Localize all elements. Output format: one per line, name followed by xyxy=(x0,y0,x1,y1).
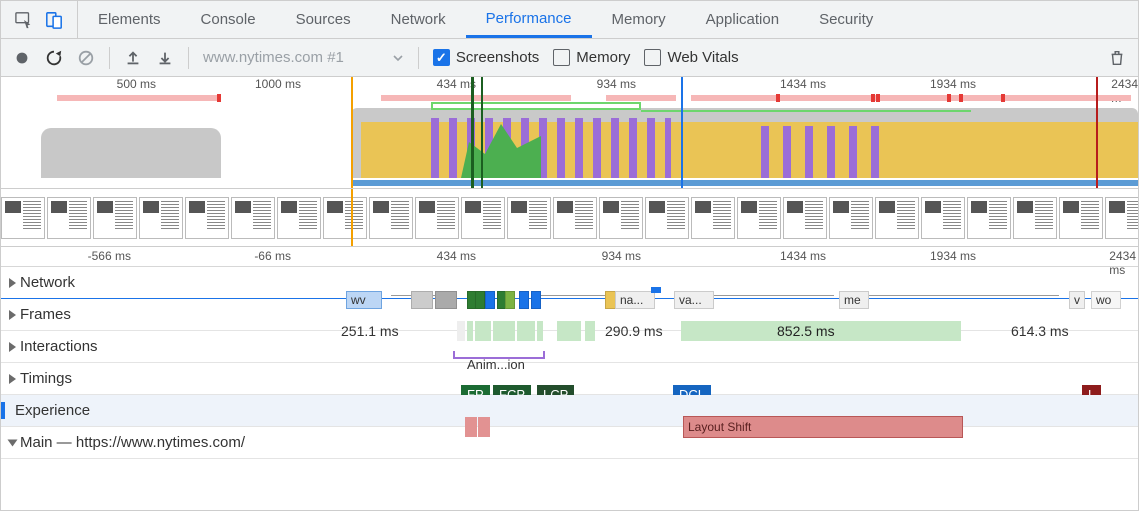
filmstrip-thumb[interactable] xyxy=(369,197,413,239)
tab-security[interactable]: Security xyxy=(799,1,893,38)
expand-icon[interactable] xyxy=(9,278,16,288)
filmstrip[interactable]: for(let i=0;i<28;i++)document.write('<di… xyxy=(1,189,1138,247)
inspect-icon[interactable] xyxy=(15,11,33,29)
filmstrip-thumb[interactable] xyxy=(185,197,229,239)
filmstrip-thumb[interactable] xyxy=(967,197,1011,239)
filmstrip-thumb[interactable] xyxy=(1,197,45,239)
track-frames[interactable]: Frames 251.1 ms 290.9 ms 852.5 ms 614.3 … xyxy=(1,299,1138,331)
tab-memory[interactable]: Memory xyxy=(592,1,686,38)
overview-task-bar xyxy=(381,95,571,101)
filmstrip-thumb[interactable] xyxy=(93,197,137,239)
overview-tick: 500 ms xyxy=(117,77,156,91)
overview-marker xyxy=(471,77,474,188)
track-timings[interactable]: Timings FP FCP LCP DCL L xyxy=(1,363,1138,395)
record-icon[interactable] xyxy=(13,49,31,67)
filmstrip-thumb[interactable] xyxy=(599,197,643,239)
recording-selector[interactable]: www.nytimes.com #1 xyxy=(203,49,404,66)
tab-sources[interactable]: Sources xyxy=(276,1,371,38)
overview-tick: 1934 ms xyxy=(930,77,976,91)
filmstrip-thumb[interactable] xyxy=(1013,197,1057,239)
filmstrip-thumb[interactable] xyxy=(277,197,321,239)
tab-application[interactable]: Application xyxy=(686,1,799,38)
overview-task-bar xyxy=(1041,95,1101,101)
filmstrip-thumb[interactable] xyxy=(507,197,551,239)
clear-icon[interactable] xyxy=(77,49,95,67)
filmstrip-thumb[interactable] xyxy=(461,197,505,239)
filmstrip-thumb[interactable] xyxy=(645,197,689,239)
overview-long-task xyxy=(947,94,951,102)
overview-long-task xyxy=(871,94,875,102)
tab-console[interactable]: Console xyxy=(181,1,276,38)
expand-icon[interactable] xyxy=(9,310,16,320)
overview-task-bar xyxy=(57,95,217,101)
filmstrip-thumb[interactable] xyxy=(415,197,459,239)
overview-marker xyxy=(351,77,353,188)
expand-icon[interactable] xyxy=(9,374,16,384)
overview-long-task xyxy=(876,94,880,102)
filmstrip-thumb[interactable] xyxy=(553,197,597,239)
devtools-window: Elements Console Sources Network Perform… xyxy=(0,0,1139,511)
recording-title: www.nytimes.com #1 xyxy=(203,49,344,66)
filmstrip-thumb[interactable] xyxy=(1105,197,1138,239)
overview-long-task xyxy=(959,94,963,102)
flamechart: Network wv na... va... me xyxy=(1,267,1138,510)
overview-tick: 934 ms xyxy=(597,77,636,91)
filmstrip-thumb[interactable] xyxy=(231,197,275,239)
tab-elements[interactable]: Elements xyxy=(78,1,181,38)
filmstrip-thumb[interactable] xyxy=(921,197,965,239)
overview-long-task xyxy=(776,94,780,102)
overview-marker xyxy=(681,77,683,188)
overview-marker xyxy=(481,77,483,188)
perf-toolbar: www.nytimes.com #1 ✓Screenshots Memory W… xyxy=(1,39,1138,77)
overview-marker xyxy=(1096,77,1098,188)
expand-icon[interactable] xyxy=(9,342,16,352)
checkbox-webvitals[interactable]: Web Vitals xyxy=(644,49,738,66)
upload-icon[interactable] xyxy=(124,49,142,67)
chevron-down-icon xyxy=(392,52,404,64)
filmstrip-thumb[interactable] xyxy=(875,197,919,239)
trash-icon[interactable] xyxy=(1108,49,1126,67)
track-interactions[interactable]: Interactions Anim...ion xyxy=(1,331,1138,363)
device-toggle-icon[interactable] xyxy=(45,11,63,29)
tab-performance[interactable]: Performance xyxy=(466,1,592,38)
overview-long-task xyxy=(1001,94,1005,102)
overview-lane[interactable]: 500 ms 1000 ms 434 ms 934 ms 1434 ms 193… xyxy=(1,77,1138,189)
collapse-icon[interactable] xyxy=(8,439,18,446)
checkbox-screenshots[interactable]: ✓Screenshots xyxy=(433,49,539,66)
track-experience[interactable]: Experience Layout Shift xyxy=(1,395,1138,427)
track-network[interactable]: Network wv na... va... me xyxy=(1,267,1138,299)
filmstrip-thumb[interactable] xyxy=(323,197,367,239)
filmstrip-thumb[interactable] xyxy=(737,197,781,239)
reload-icon[interactable] xyxy=(45,49,63,67)
checkbox-memory[interactable]: Memory xyxy=(553,49,630,66)
filmstrip-thumb[interactable] xyxy=(829,197,873,239)
filmstrip-thumb[interactable] xyxy=(139,197,183,239)
overview-task-bar xyxy=(606,95,676,101)
overview-tick: 1434 ms xyxy=(780,77,826,91)
overview-long-task xyxy=(217,94,221,102)
download-icon[interactable] xyxy=(156,49,174,67)
filmstrip-thumb[interactable] xyxy=(47,197,91,239)
tab-network[interactable]: Network xyxy=(371,1,466,38)
track-main[interactable]: Main — https://www.nytimes.com/ xyxy=(1,427,1138,459)
filmstrip-thumb[interactable] xyxy=(1059,197,1103,239)
time-ruler[interactable]: -566 ms -66 ms 434 ms 934 ms 1434 ms 193… xyxy=(1,247,1138,267)
filmstrip-thumb[interactable] xyxy=(691,197,735,239)
devtools-tabs: Elements Console Sources Network Perform… xyxy=(1,1,1138,39)
overview-tick: 1000 ms xyxy=(255,77,301,91)
filmstrip-thumb[interactable] xyxy=(783,197,827,239)
cpu-chart xyxy=(1,105,1138,178)
